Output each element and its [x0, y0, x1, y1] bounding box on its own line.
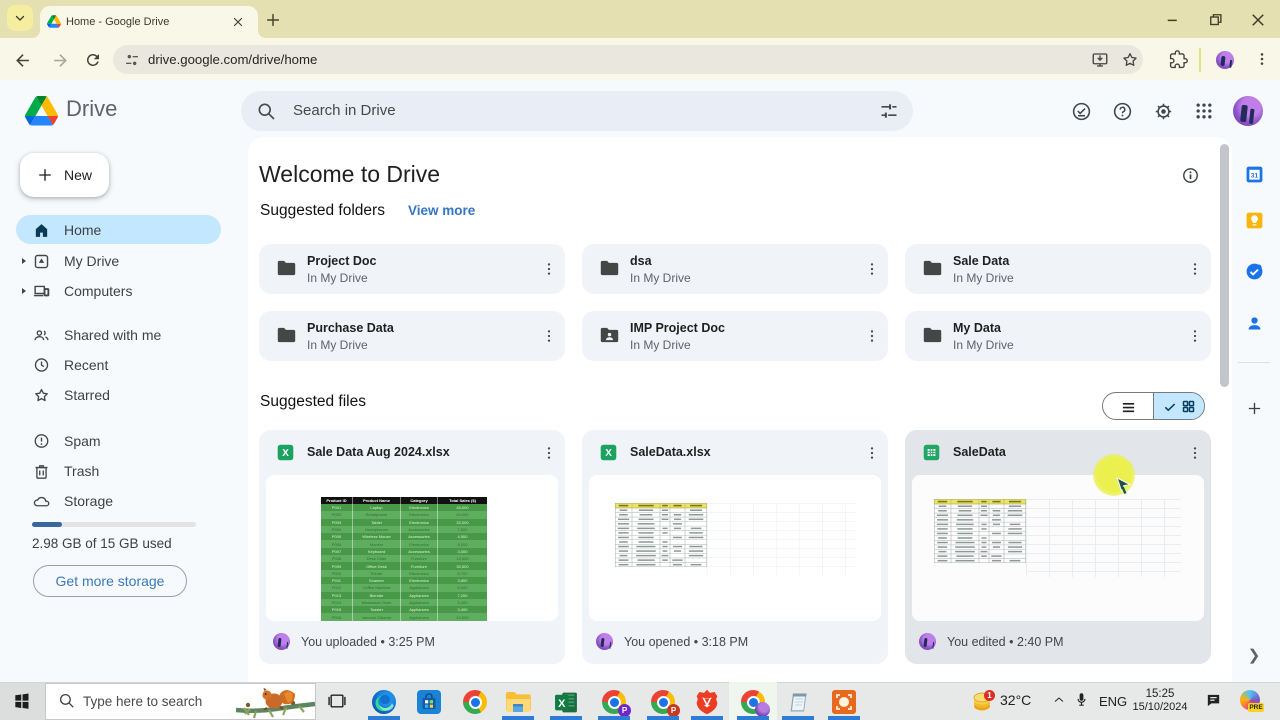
svg-text:1: 1 — [987, 691, 992, 700]
svg-text:X: X — [605, 448, 612, 459]
svg-text:X: X — [282, 448, 289, 459]
svg-text:31: 31 — [1250, 172, 1258, 179]
svg-text:X: X — [558, 698, 566, 710]
